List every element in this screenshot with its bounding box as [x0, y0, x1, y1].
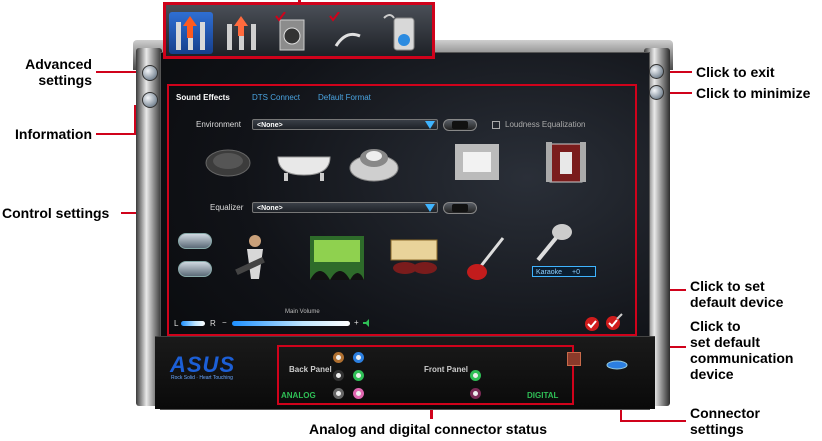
karaoke-control[interactable]: Karaoke +0: [532, 266, 596, 277]
volume-plus-label: +: [354, 318, 359, 327]
digital-device-icon: [383, 14, 415, 51]
back-panel-label: Back Panel: [289, 365, 332, 374]
pop-singer-icon[interactable]: [233, 233, 277, 283]
auditorium-icon[interactable]: [544, 138, 588, 184]
equalizer-label: Equalizer: [210, 203, 244, 212]
hallway-icon[interactable]: [451, 140, 503, 184]
callout-information: Information: [15, 126, 92, 142]
device-microphone[interactable]: [324, 11, 368, 54]
tab-sound-effects[interactable]: Sound Effects: [176, 93, 230, 102]
callout-control-settings: Control settings: [2, 205, 110, 221]
callout-click-to-minimize: Click to minimize: [696, 85, 811, 101]
exit-icon[interactable]: [649, 64, 664, 79]
jack-back-green: [353, 370, 364, 381]
speaker-volume-icon[interactable]: [362, 318, 372, 328]
environment-label: Environment: [196, 120, 241, 129]
main-volume-slider[interactable]: [232, 321, 350, 326]
minimize-icon[interactable]: [649, 85, 664, 100]
loudness-equalization-checkbox[interactable]: [492, 121, 500, 129]
environment-value: <None>: [257, 122, 283, 129]
main-volume-label: Main Volume: [285, 309, 320, 315]
equalizer-dropdown[interactable]: <None>: [252, 202, 438, 213]
karaoke-value: +0: [572, 269, 581, 276]
volume-minus-label: −: [222, 318, 227, 327]
equalizer-toggle[interactable]: [443, 202, 477, 214]
environment-dropdown[interactable]: <None>: [252, 119, 438, 130]
environment-toggle[interactable]: [443, 119, 477, 131]
callout-advanced-settings: Advanced settings: [25, 56, 92, 88]
default-communication-device-icon[interactable]: [605, 313, 623, 331]
live-concert-icon[interactable]: [308, 232, 366, 284]
jack-back-orange: [333, 352, 344, 363]
jack-front-pink: [470, 388, 481, 399]
callout-line-information: [96, 133, 136, 135]
device-speakers-selected[interactable]: [169, 12, 213, 54]
front-panel-label: Front Panel: [424, 365, 469, 374]
jack-front-green: [470, 370, 481, 381]
device-line-in[interactable]: [220, 12, 264, 54]
device-digital-output[interactable]: [380, 12, 424, 54]
callout-default-device: Click to set default device: [690, 278, 784, 310]
asus-tagline: Rock Solid · Heart Touching: [171, 375, 233, 381]
bathtub-icon[interactable]: [274, 143, 334, 183]
guitar-mode-button[interactable]: [178, 233, 212, 249]
loudness-equalization-label: Loudness Equalization: [505, 120, 586, 129]
tab-default-format[interactable]: Default Format: [318, 93, 371, 102]
callout-connector-settings: Connector settings: [690, 405, 760, 437]
device-selector-panel: [163, 2, 435, 59]
device-speaker[interactable]: [270, 11, 314, 54]
speaker-jack-icon: [176, 16, 205, 50]
balance-left-label: L: [174, 319, 179, 328]
jack-back-blue: [353, 352, 364, 363]
advanced-settings-icon[interactable]: [142, 65, 158, 81]
jack-back-pink: [353, 388, 364, 399]
jack-back-gray: [333, 388, 344, 399]
connector-settings-icon[interactable]: [606, 359, 628, 371]
digital-label: DIGITAL: [527, 391, 559, 400]
microphone-icon: [329, 11, 361, 47]
balance-slider[interactable]: [181, 321, 205, 326]
callout-line-advanced: [96, 71, 136, 73]
callout-connector-status: Analog and digital connector status: [309, 421, 548, 437]
equalizer-value: <None>: [257, 205, 283, 212]
electric-guitar-icon[interactable]: [465, 234, 509, 284]
information-icon[interactable]: [142, 92, 158, 108]
padded-cell-icon[interactable]: [205, 148, 251, 178]
karaoke-label: Karaoke: [536, 269, 563, 276]
karaoke-microphone-icon[interactable]: [532, 220, 576, 264]
spdif-port-icon: [567, 352, 581, 366]
line-in-jack-icon: [227, 16, 256, 50]
chevron-down-icon: [425, 121, 435, 129]
default-device-check-icon[interactable]: [584, 316, 600, 332]
tab-dts-connect[interactable]: DTS Connect: [252, 93, 300, 102]
balance-right-label: R: [210, 319, 216, 328]
callout-line-connector-h: [620, 420, 686, 422]
callout-default-comm-device: Click to set default communication devic…: [690, 318, 794, 382]
analog-label: ANALOG: [281, 391, 316, 400]
club-icon[interactable]: [385, 236, 443, 282]
chevron-down-icon: [425, 204, 435, 212]
callout-click-to-exit: Click to exit: [696, 64, 775, 80]
jack-back-black: [333, 370, 344, 381]
speaker-box-icon: [275, 11, 305, 51]
equalizer-detail-button[interactable]: [178, 261, 212, 277]
stage-icon[interactable]: [349, 138, 399, 184]
